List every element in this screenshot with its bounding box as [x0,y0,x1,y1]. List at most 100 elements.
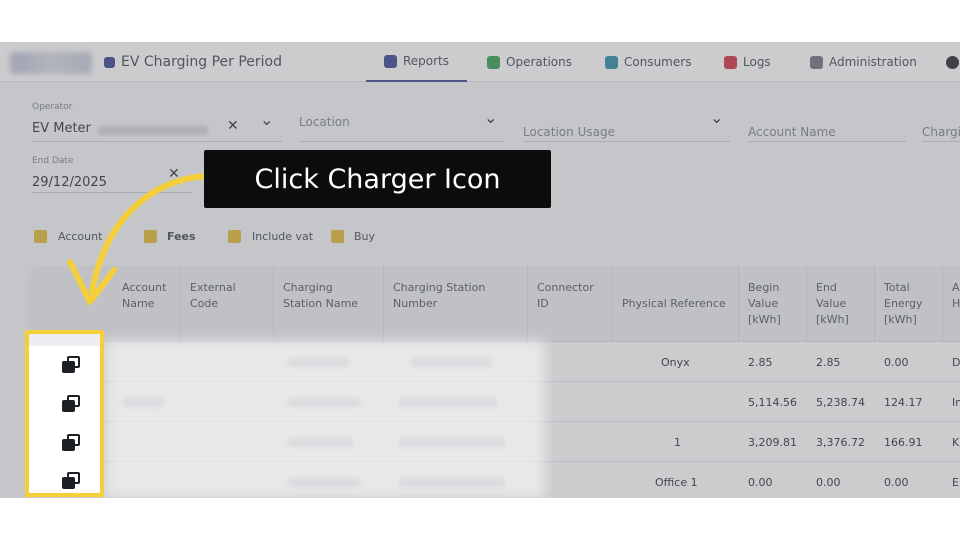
col-begin-value[interactable]: Begin Value [kWh] [748,280,800,328]
redacted-cell [288,358,350,367]
app-window: EV Charging Per Period Reports Operation… [0,42,960,498]
cell-total-energy: 166.91 [884,436,923,449]
redacted-cell [398,398,498,407]
col-end-value[interactable]: End Value [kWh] [816,280,864,328]
operator-dropdown-icon[interactable]: ⌄ [260,110,273,129]
location-usage-field[interactable]: Location Usage [523,125,615,139]
column-divider [383,266,384,342]
account-name-field[interactable]: Account Name [748,125,836,139]
operator-clear-icon[interactable]: ✕ [227,118,239,134]
table-row[interactable]: Office 1 0.00 0.00 0.00 E [28,463,960,498]
redacted-cell [288,478,360,487]
charger-icon[interactable] [61,433,81,453]
charger-icon[interactable] [61,394,81,414]
operator-redacted [98,126,208,135]
nav-consumers[interactable]: Consumers [605,42,691,82]
location-field[interactable]: Location [299,115,350,129]
operator-underline [32,141,282,142]
column-divider [180,266,181,342]
column-divider [806,266,807,342]
fees-checkbox-label: Fees [167,230,196,243]
fees-checkbox[interactable] [144,230,157,243]
column-divider [612,266,613,342]
col-next[interactable]: A H [952,280,960,312]
nav-logs-label: Logs [743,55,771,69]
col-account-name[interactable]: Account Name [122,280,182,312]
table-row[interactable]: 1 3,209.81 3,376.72 166.91 K [28,423,960,462]
col-charging-station-number[interactable]: Charging Station Number [393,280,513,312]
end-date-label: End Date [32,156,74,166]
account-checkbox-label: Account [58,230,103,243]
cell-end-value: 3,376.72 [816,436,865,449]
location-usage-underline [523,141,730,142]
location-usage-dropdown-icon[interactable]: ⌄ [710,108,723,127]
nav-reports[interactable]: Reports [366,42,467,82]
report-table: Account Name External Code Charging Stat… [28,266,960,498]
page-title-text: EV Charging Per Period [121,54,283,70]
top-navigation-bar: EV Charging Per Period Reports Operation… [0,42,960,82]
account-name-underline [748,141,906,142]
charger-field[interactable]: Chargi [922,125,960,139]
charger-icon-highlight [25,330,104,497]
column-divider [942,266,943,342]
column-divider [874,266,875,342]
col-connector-id[interactable]: Connector ID [537,280,607,312]
tutorial-callout: Click Charger Icon [204,150,551,208]
redacted-cell [122,398,164,407]
location-underline [299,141,503,142]
redacted-cell [398,438,506,447]
redacted-cell [398,478,506,487]
column-divider [527,266,528,342]
charger-underline [922,141,960,142]
end-date-underline [32,192,192,193]
nav-administration[interactable]: Administration [810,42,917,82]
location-dropdown-icon[interactable]: ⌄ [484,108,497,127]
include-vat-checkbox-label: Include vat [252,230,314,243]
cell-end-value: 5,238.74 [816,396,865,409]
charger-icon[interactable] [61,355,81,375]
cell-physical-reference: Office 1 [655,476,698,489]
end-date-clear-icon[interactable]: ✕ [168,166,180,182]
nav-more[interactable] [946,42,959,82]
include-vat-checkbox[interactable] [228,230,241,243]
nav-administration-label: Administration [829,55,917,69]
administration-icon [810,55,823,69]
cell-total-energy: 0.00 [884,476,909,489]
charger-icon[interactable] [61,471,81,491]
end-date-field[interactable]: 29/12/2025 [32,175,107,190]
operator-label: Operator [32,102,73,112]
nav-operations[interactable]: Operations [487,42,572,82]
table-row[interactable]: 5,114.56 5,238.74 124.17 In [28,383,960,422]
highlight-header-strip [29,334,100,346]
cell-physical-reference: Onyx [661,356,690,369]
cell-physical-reference: 1 [674,436,681,449]
cell-begin-value: 0.00 [748,476,773,489]
col-total-energy[interactable]: Total Energy [kWh] [884,280,936,328]
operator-value[interactable]: EV Meter [32,121,91,136]
consumers-icon [605,55,618,69]
nav-consumers-label: Consumers [624,55,692,69]
app-logo [10,52,92,74]
cell-next: E [952,476,959,489]
buy-checkbox-label: Buy [354,230,376,243]
redacted-cell [288,438,354,447]
chart-icon [104,56,115,68]
operations-icon [487,55,500,69]
more-icon [946,55,959,69]
cell-next: K [952,436,960,449]
col-external-code[interactable]: External Code [190,280,250,312]
table-header: Account Name External Code Charging Stat… [28,266,960,342]
account-checkbox[interactable] [34,230,47,243]
table-row[interactable]: Onyx 2.85 2.85 0.00 D [28,343,960,382]
col-physical-reference[interactable]: Physical Reference [622,296,742,312]
col-charging-station-name[interactable]: Charging Station Name [283,280,373,312]
cell-next: D [952,356,960,369]
cell-begin-value: 3,209.81 [748,436,797,449]
nav-logs[interactable]: Logs [724,42,771,82]
cell-begin-value: 2.85 [748,356,773,369]
cell-end-value: 2.85 [816,356,841,369]
reports-icon [383,54,397,68]
buy-checkbox[interactable] [331,230,344,243]
cell-total-energy: 124.17 [884,396,923,409]
cell-begin-value: 5,114.56 [748,396,797,409]
